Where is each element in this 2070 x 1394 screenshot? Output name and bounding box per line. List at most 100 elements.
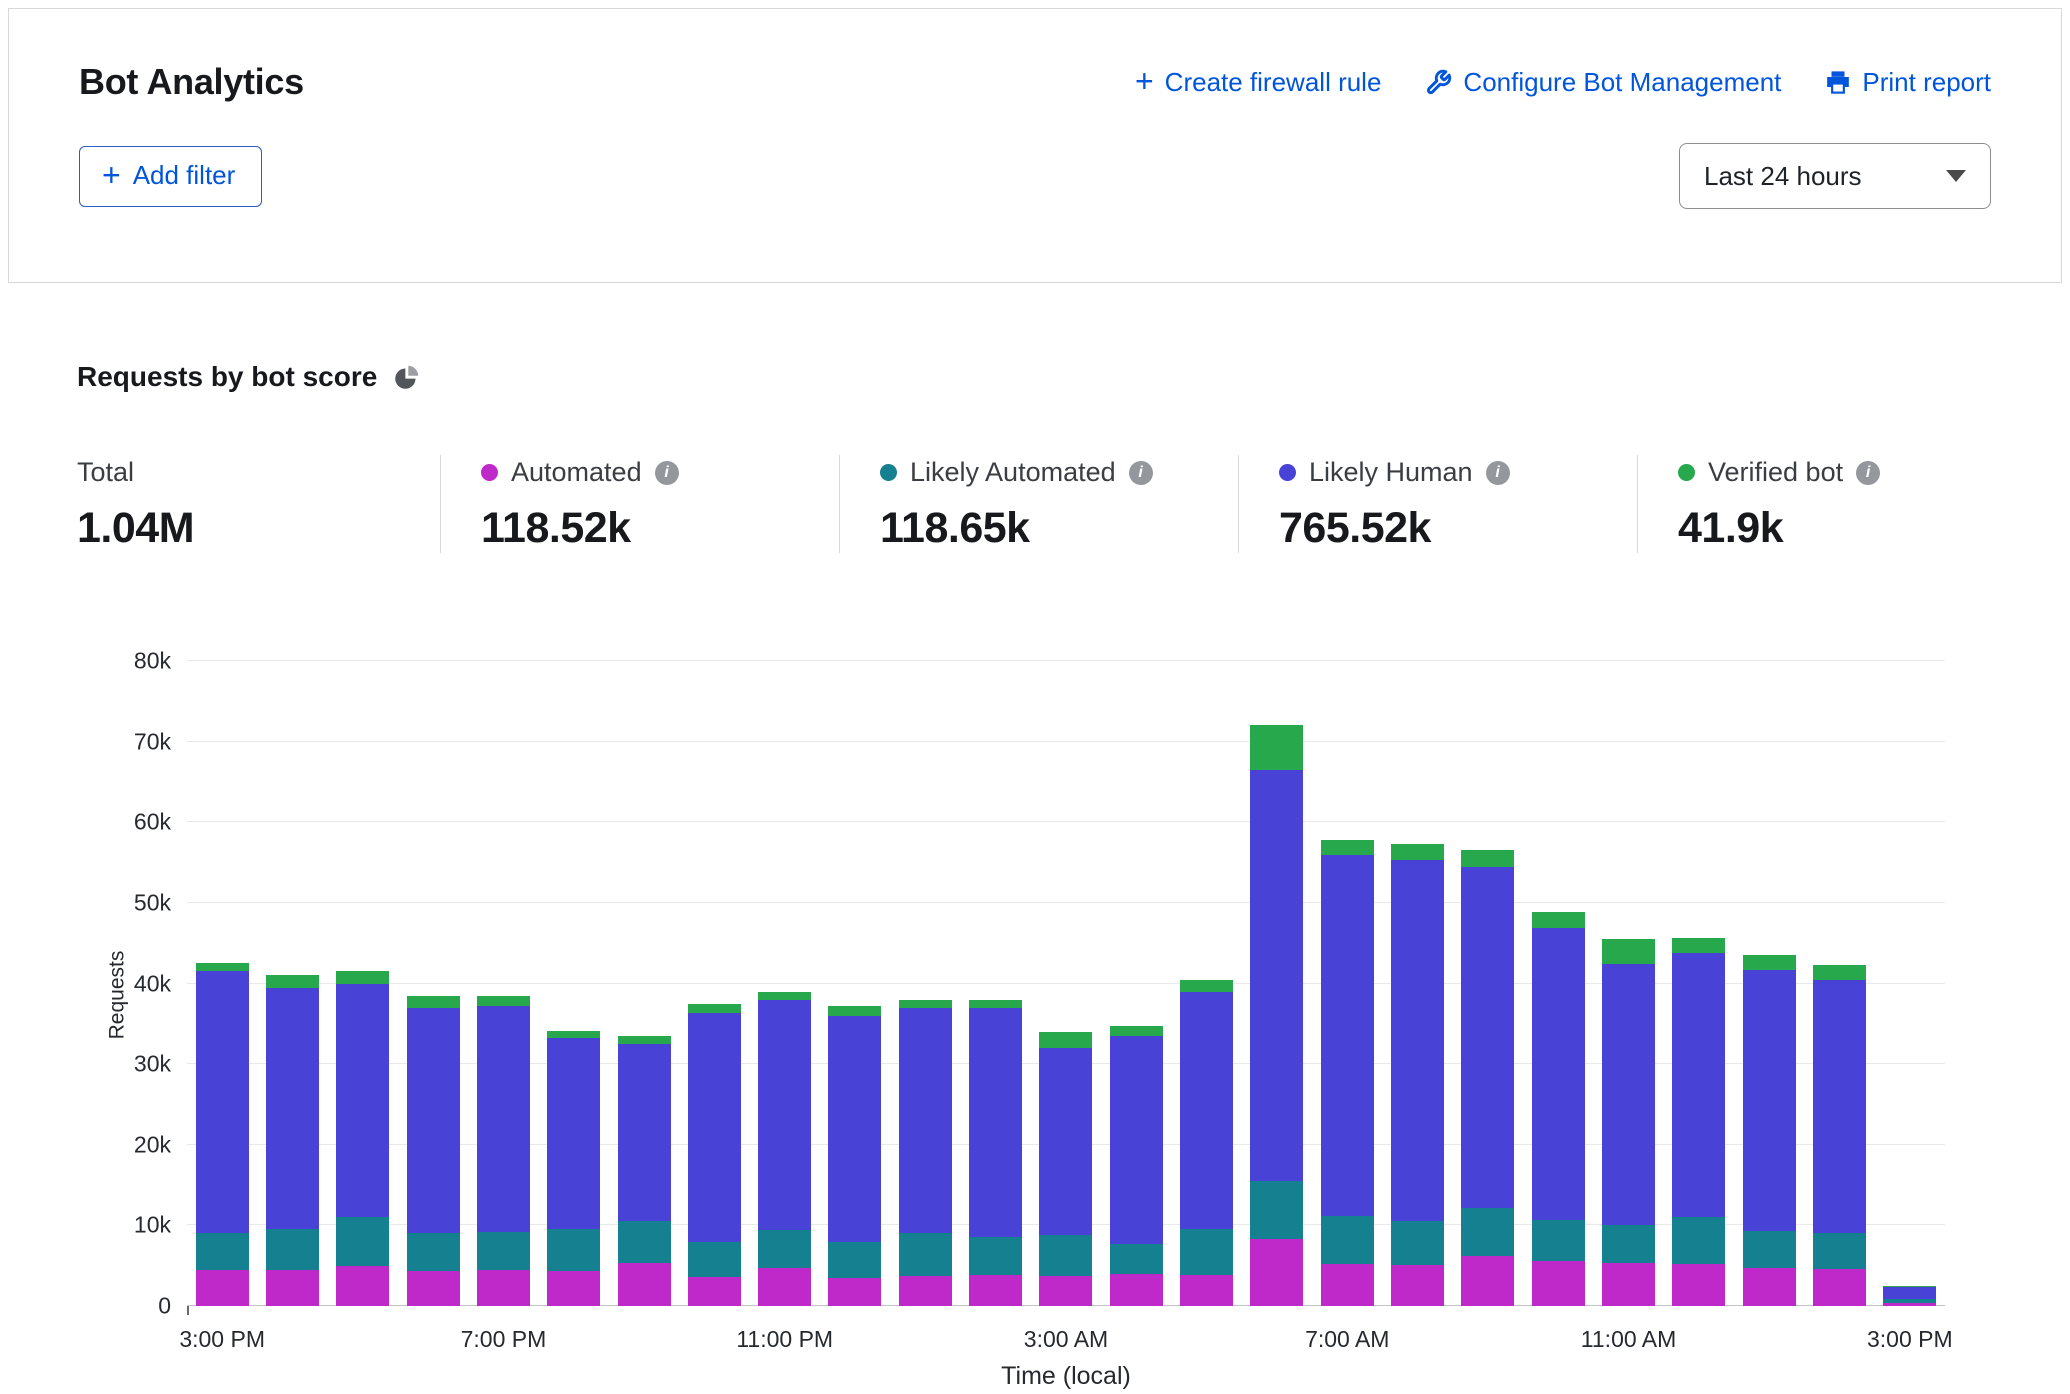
page-title: Bot Analytics xyxy=(79,61,304,103)
bar-slot xyxy=(1101,661,1171,1306)
wrench-icon xyxy=(1425,69,1452,96)
stacked-bar-200am[interactable] xyxy=(969,661,1022,1306)
bar-segment-likely-human xyxy=(1602,964,1655,1225)
bar-segment-verified-bot xyxy=(1039,1032,1092,1048)
bar-segment-likely-human xyxy=(1039,1048,1092,1235)
bar-slot xyxy=(1453,661,1523,1306)
requests-panel: Requests by bot score Total 1.04M Automa… xyxy=(0,361,2070,1379)
stacked-bar-600am[interactable] xyxy=(1250,661,1303,1306)
bar-segment-likely-human xyxy=(1461,867,1514,1209)
stacked-bar-1200pm[interactable] xyxy=(1672,661,1725,1306)
info-icon[interactable]: i xyxy=(1856,461,1880,485)
stacked-bar-100pm[interactable] xyxy=(1743,661,1796,1306)
plus-icon: + xyxy=(1135,65,1154,97)
stacked-bar-1000pm[interactable] xyxy=(688,661,741,1306)
y-tick-label: 30k xyxy=(134,1051,171,1078)
stacked-bar-1100am[interactable] xyxy=(1602,661,1655,1306)
bar-slot xyxy=(1875,661,1945,1306)
bar-slot xyxy=(187,661,257,1306)
bar-segment-automated xyxy=(1391,1265,1444,1306)
chevron-down-icon xyxy=(1946,170,1966,182)
printer-icon xyxy=(1825,69,1851,95)
stacked-bar-400pm[interactable] xyxy=(266,661,319,1306)
bar-segment-verified-bot xyxy=(828,1006,881,1016)
bar-segment-likely-human xyxy=(1672,953,1725,1217)
create-firewall-rule-link[interactable]: + Create firewall rule xyxy=(1135,66,1381,98)
bar-segment-verified-bot xyxy=(547,1031,600,1038)
bar-segment-automated xyxy=(688,1277,741,1306)
bar-segment-likely-human xyxy=(1250,770,1303,1181)
x-tick-label: 7:00 AM xyxy=(1305,1326,1389,1353)
stacked-bar-900pm[interactable] xyxy=(618,661,671,1306)
y-tick-label: 10k xyxy=(134,1212,171,1239)
stacked-bar-100am[interactable] xyxy=(899,661,952,1306)
bar-segment-likely-automated xyxy=(758,1230,811,1268)
stacked-bar-1000am[interactable] xyxy=(1532,661,1585,1306)
bar-segment-automated xyxy=(266,1270,319,1306)
bar-segment-verified-bot xyxy=(196,963,249,972)
bar-segment-likely-automated xyxy=(407,1233,460,1271)
stacked-bar-1100pm[interactable] xyxy=(758,661,811,1306)
bar-slot xyxy=(1312,661,1382,1306)
bar-segment-likely-human xyxy=(196,971,249,1232)
bar-segment-likely-human xyxy=(618,1044,671,1221)
bar-segment-automated xyxy=(899,1276,952,1306)
bar-segment-verified-bot xyxy=(407,996,460,1007)
bar-segment-automated xyxy=(618,1263,671,1306)
bar-segment-automated xyxy=(1883,1303,1936,1306)
stacked-bar-900am[interactable] xyxy=(1461,661,1514,1306)
bar-segment-likely-human xyxy=(969,1008,1022,1238)
bar-slot xyxy=(890,661,960,1306)
bar-segment-likely-human xyxy=(477,1006,530,1232)
stacked-bar-700pm[interactable] xyxy=(477,661,530,1306)
stat-automated-value: 118.52k xyxy=(481,504,839,553)
stacked-bar-300am[interactable] xyxy=(1039,661,1092,1306)
x-tick-label: 3:00 AM xyxy=(1024,1326,1108,1353)
stacked-bar-1200am[interactable] xyxy=(828,661,881,1306)
print-report-link[interactable]: Print report xyxy=(1825,67,1991,98)
bar-segment-automated xyxy=(407,1271,460,1306)
info-icon[interactable]: i xyxy=(655,461,679,485)
stacked-bar-800am[interactable] xyxy=(1391,661,1444,1306)
stacked-bar-500pm[interactable] xyxy=(336,661,389,1306)
info-icon[interactable]: i xyxy=(1486,461,1510,485)
info-icon[interactable]: i xyxy=(1129,461,1153,485)
stacked-bar-700am[interactable] xyxy=(1321,661,1374,1306)
stat-verified-bot-value: 41.9k xyxy=(1678,504,1937,553)
bar-segment-automated xyxy=(969,1275,1022,1306)
stat-verified-bot-label: Verified bot xyxy=(1708,457,1843,488)
bar-segment-verified-bot xyxy=(1672,938,1725,953)
bar-segment-likely-automated xyxy=(1180,1229,1233,1274)
stat-total-value: 1.04M xyxy=(77,504,440,553)
configure-bot-management-label: Configure Bot Management xyxy=(1463,67,1781,98)
stacked-bar-400am[interactable] xyxy=(1110,661,1163,1306)
bar-segment-verified-bot xyxy=(477,996,530,1006)
bar-slot xyxy=(960,661,1030,1306)
stacked-bar-500am[interactable] xyxy=(1180,661,1233,1306)
stacked-bar-300pm[interactable] xyxy=(196,661,249,1306)
bar-segment-likely-automated xyxy=(1391,1221,1444,1265)
stacked-bar-200pm[interactable] xyxy=(1813,661,1866,1306)
stat-likely-automated: Likely Automated i 118.65k xyxy=(839,455,1238,553)
bar-slot xyxy=(539,661,609,1306)
bar-slot xyxy=(1523,661,1593,1306)
bar-segment-likely-automated xyxy=(196,1233,249,1270)
configure-bot-management-link[interactable]: Configure Bot Management xyxy=(1425,67,1781,98)
stacked-bar-600pm[interactable] xyxy=(407,661,460,1306)
bar-segment-likely-automated xyxy=(1110,1244,1163,1274)
bar-segment-likely-human xyxy=(407,1008,460,1234)
stacked-bar-800pm[interactable] xyxy=(547,661,600,1306)
stat-verified-bot: Verified bot i 41.9k xyxy=(1637,455,1937,553)
add-filter-button[interactable]: + Add filter xyxy=(79,146,262,207)
bar-segment-likely-human xyxy=(1743,970,1796,1231)
y-tick-label: 20k xyxy=(134,1131,171,1158)
bar-segment-likely-human xyxy=(547,1038,600,1229)
bar-segment-likely-automated xyxy=(1602,1225,1655,1263)
header-filter-row: + Add filter Last 24 hours xyxy=(79,143,1991,209)
bar-segment-verified-bot xyxy=(1602,939,1655,964)
header: Bot Analytics + Create firewall rule Con… xyxy=(8,8,2062,283)
time-range-select[interactable]: Last 24 hours xyxy=(1679,143,1991,209)
stacked-bar-300pm[interactable] xyxy=(1883,661,1936,1306)
plot-area: 010k20k30k40k50k60k70k80k3:00 PM7:00 PM1… xyxy=(187,661,1945,1306)
stat-likely-automated-value: 118.65k xyxy=(880,504,1238,553)
